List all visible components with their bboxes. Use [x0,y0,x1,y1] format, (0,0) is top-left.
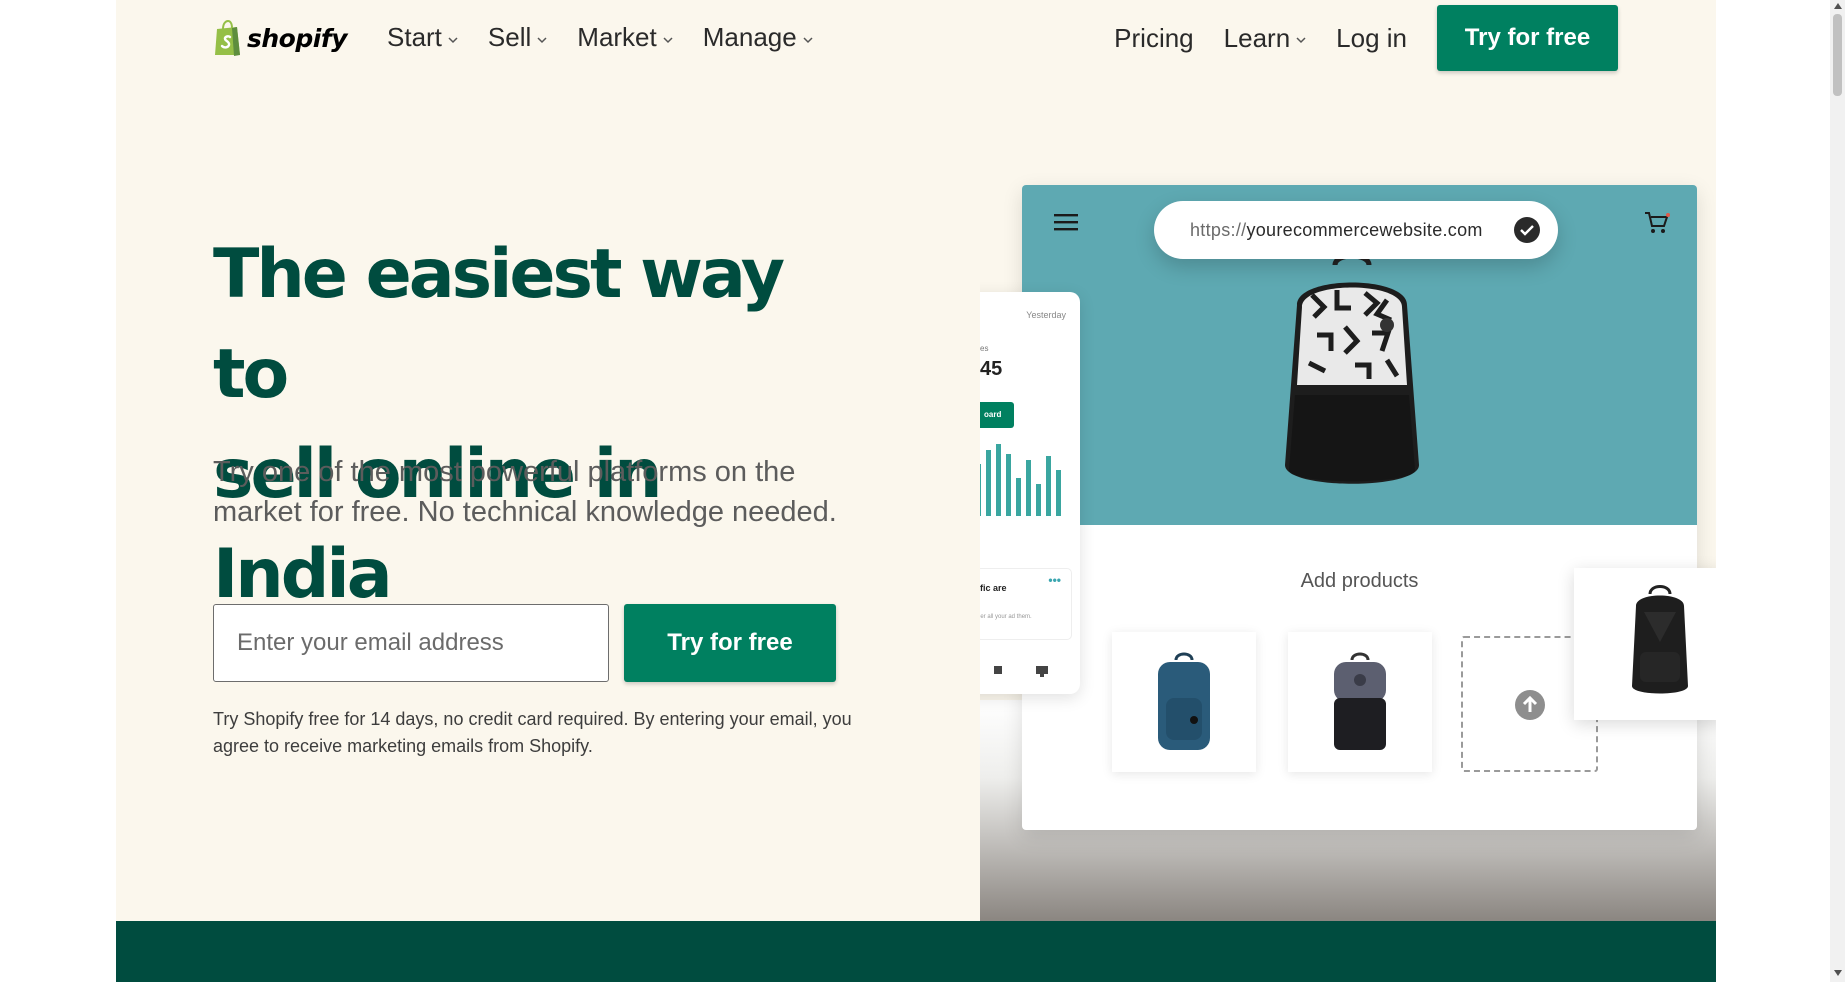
admin-traffic-title: ffic are [980,583,1007,593]
cart-icon [1645,212,1670,233]
backpack-product-image [1285,253,1419,484]
admin-traffic-card: ffic are ••• her all your ad them. [980,568,1072,640]
product-tile-blue-backpack [1112,632,1256,772]
top-navigation: shopify Start Sell Market Manage Pricing… [116,0,1716,78]
nav-item-learn[interactable]: Learn [1224,5,1307,71]
nav-primary: Start Sell Market Manage [387,22,813,53]
admin-toolbar-icons [994,666,1048,677]
admin-stat-value: 45 [980,358,1003,380]
hero-subtitle: Try one of the most powerful platforms o… [213,456,837,528]
nav-item-start[interactable]: Start [387,22,458,53]
admin-dashboard-button: oard [980,402,1014,428]
website-url-bar: https:// yourecommercewebsite.com [1154,201,1558,259]
chevron-down-icon [803,36,813,43]
scroll-up-arrow-icon[interactable] [1834,3,1842,9]
hero-try-for-free-button[interactable]: Try for free [624,604,836,682]
shopify-bag-icon [215,20,240,56]
hero-title: The easiest way to sell online in India [213,225,853,625]
nav-item-label: Manage [702,22,797,52]
upload-icon [1515,690,1545,720]
nav-item-login[interactable]: Log in [1336,5,1407,71]
blue-backpack-image [1158,652,1210,750]
menu-icon [1054,214,1078,231]
product-tile-grey-backpack [1288,632,1432,772]
shopify-logo[interactable]: shopify [213,20,348,56]
url-protocol: https:// [1190,219,1247,240]
next-section-band [116,921,1716,982]
floating-product-card [1574,568,1716,720]
nav-try-for-free-button[interactable]: Try for free [1437,5,1618,71]
url-domain: yourecommercewebsite.com [1246,219,1483,240]
nav-item-sell[interactable]: Sell [488,22,547,53]
admin-date-label: Yesterday [1026,310,1066,320]
scrollbar-thumb[interactable] [1833,14,1842,96]
hero-title-line-1: The easiest way to [213,235,785,414]
scroll-down-arrow-icon[interactable] [1834,970,1842,976]
chevron-down-icon [537,36,547,43]
store-illustration: https:// yourecommercewebsite.com Add pr… [980,140,1716,922]
nav-item-label: Learn [1223,22,1291,53]
nav-item-market[interactable]: Market [577,22,673,53]
admin-bar-chart [980,444,1061,516]
page: shopify Start Sell Market Manage Pricing… [116,0,1716,982]
nav-item-label: Log in [1336,22,1407,53]
admin-stat-label: es [980,344,989,353]
chevron-down-icon [663,36,673,43]
checkmark-icon [1514,217,1540,243]
chevron-down-icon [448,36,458,43]
nav-item-pricing[interactable]: Pricing [1114,5,1193,71]
more-options-icon: ••• [1048,573,1061,587]
nav-item-label: Sell [487,22,532,52]
admin-traffic-description: her all your ad them. [980,614,1032,620]
nav-secondary: Pricing Learn Log in Try for free [1114,5,1618,71]
store-preview: https:// yourecommercewebsite.com Add pr… [1022,185,1697,830]
grey-backpack-image [1334,652,1386,750]
chevron-down-icon [1296,37,1306,44]
nav-item-label: Pricing [1114,22,1194,53]
page-scrollbar[interactable] [1830,0,1845,982]
admin-dashboard-panel: Yesterday es 45 oard ffic are ••• her al… [980,292,1080,694]
nav-item-manage[interactable]: Manage [703,22,813,53]
logo-wordmark: shopify [247,23,348,53]
hero-disclaimer: Try Shopify free for 14 days, no credit … [213,709,852,756]
black-backpack-image [1632,585,1688,694]
nav-item-label: Market [577,22,657,52]
email-input[interactable] [213,604,609,682]
nav-item-label: Start [387,22,442,52]
